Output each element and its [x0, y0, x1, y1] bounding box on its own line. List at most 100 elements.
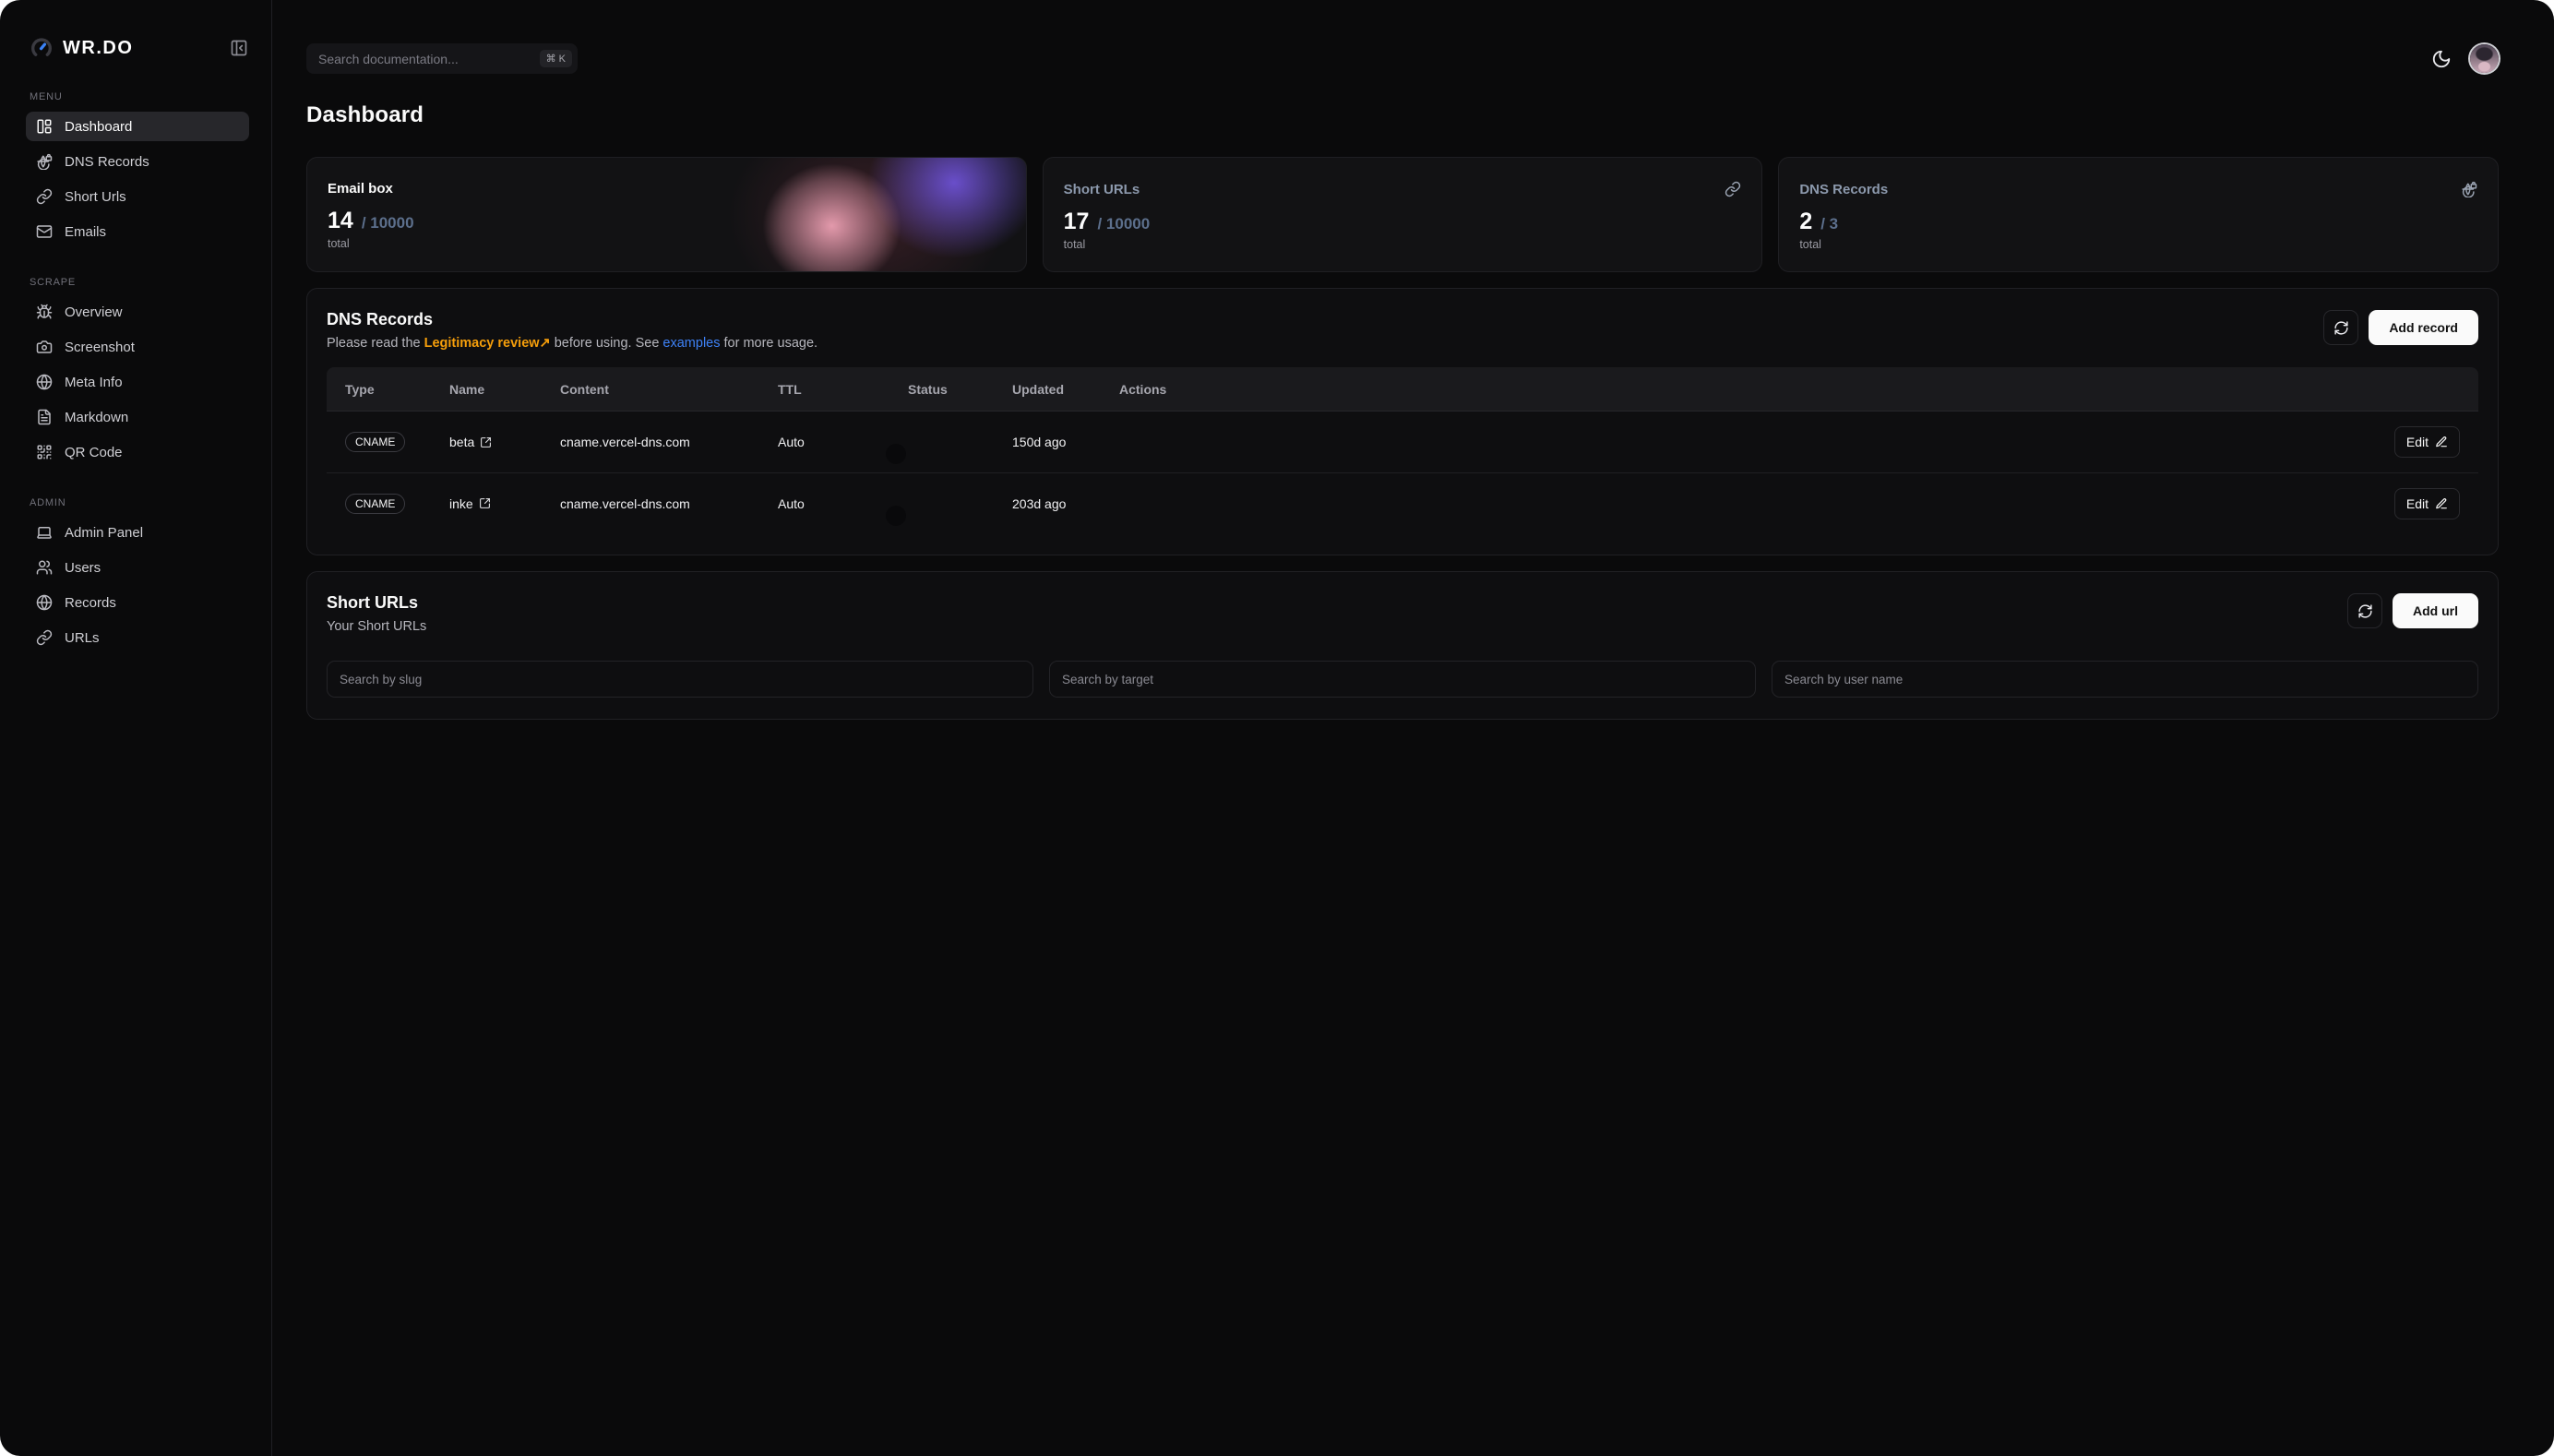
globe-icon — [36, 594, 53, 611]
users-icon — [36, 559, 53, 576]
subtitle-text: for more usage. — [720, 336, 818, 351]
subtitle-text: Please read the — [327, 336, 424, 351]
edit-label: Edit — [2406, 496, 2429, 511]
dns-records-panel: DNS Records Please read the Legitimacy r… — [306, 288, 2499, 555]
link-icon — [36, 188, 53, 205]
dns-panel-subtitle: Please read the Legitimacy review↗ befor… — [327, 336, 818, 351]
main-content: ⌘ K Dashboard Email box 14 / 10000 tota — [272, 0, 2554, 1456]
layout-dashboard-icon — [36, 118, 53, 135]
stat-card-value: 17 — [1064, 209, 1090, 235]
record-content: cname.vercel-dns.com — [560, 435, 778, 449]
globe-icon — [36, 374, 53, 390]
nav-group-label: MENU — [30, 91, 249, 102]
sidebar-collapse-button[interactable] — [229, 38, 249, 58]
toggle-thumb — [886, 506, 906, 526]
sidebar-item-dns-records[interactable]: DNS Records — [26, 147, 249, 176]
globe-lock-icon — [36, 153, 53, 170]
sidebar-item-label: DNS Records — [65, 154, 149, 170]
nav-group-label: ADMIN — [30, 497, 249, 508]
sidebar-item-emails[interactable]: Emails — [26, 217, 249, 246]
refresh-icon — [2357, 603, 2373, 619]
stat-card-title: Short URLs — [1064, 182, 1140, 197]
refresh-records-button[interactable] — [2323, 310, 2358, 345]
examples-link[interactable]: examples — [662, 336, 720, 351]
short-urls-panel-title: Short URLs — [327, 593, 426, 613]
url-search-filters — [327, 661, 2478, 698]
sidebar-item-dashboard[interactable]: Dashboard — [26, 112, 249, 141]
panel-left-close-icon — [230, 39, 248, 57]
record-name-link[interactable]: beta — [449, 435, 560, 449]
sidebar-item-markdown[interactable]: Markdown — [26, 402, 249, 432]
add-url-button[interactable]: Add url — [2393, 593, 2478, 628]
legitimacy-review-link[interactable]: Legitimacy review — [424, 336, 540, 351]
refresh-icon — [2333, 320, 2349, 336]
globe-lock-icon — [2461, 181, 2477, 197]
sidebar-item-label: Dashboard — [65, 119, 132, 135]
record-updated: 203d ago — [1012, 496, 1119, 511]
column-header: Actions — [1119, 382, 2460, 397]
theme-toggle-button[interactable] — [2431, 49, 2452, 69]
search-input[interactable] — [318, 52, 540, 66]
laptop-icon — [36, 524, 53, 541]
nav-group-admin: ADMIN Admin Panel Users Records — [26, 497, 249, 652]
sidebar-item-urls[interactable]: URLs — [26, 623, 249, 652]
user-avatar[interactable] — [2470, 44, 2499, 73]
sidebar-item-screenshot[interactable]: Screenshot — [26, 332, 249, 362]
stat-card-limit: / 3 — [1820, 215, 1838, 233]
record-updated: 150d ago — [1012, 435, 1119, 449]
search-documentation-box[interactable]: ⌘ K — [306, 43, 578, 74]
sidebar-item-users[interactable]: Users — [26, 553, 249, 582]
file-text-icon — [36, 409, 53, 425]
sidebar-item-overview[interactable]: Overview — [26, 297, 249, 327]
sidebar-item-label: Short Urls — [65, 189, 126, 205]
logo-text: WR.DO — [63, 38, 133, 59]
gauge-logo-icon — [30, 36, 54, 60]
refresh-urls-button[interactable] — [2347, 593, 2382, 628]
sidebar-item-label: Overview — [65, 304, 123, 320]
table-row: CNAME beta cname.vercel-dns.com Auto 150… — [327, 412, 2478, 472]
column-header: Name — [449, 382, 560, 397]
table-row: CNAME inke cname.vercel-dns.com Auto 203… — [327, 472, 2478, 533]
sidebar-item-label: Records — [65, 595, 116, 611]
column-header: Updated — [1012, 382, 1119, 397]
stat-card-title: DNS Records — [1799, 182, 1888, 197]
sidebar-item-label: Users — [65, 560, 101, 576]
external-link-icon — [480, 436, 492, 448]
column-header: Content — [560, 382, 778, 397]
edit-label: Edit — [2406, 435, 2429, 449]
short-urls-panel: Short URLs Your Short URLs Add url — [306, 571, 2499, 720]
sidebar-item-label: QR Code — [65, 445, 123, 460]
record-name-link[interactable]: inke — [449, 496, 560, 511]
sidebar-item-qr-code[interactable]: QR Code — [26, 437, 249, 467]
subtitle-text: before using. See — [551, 336, 663, 351]
sidebar-item-label: Markdown — [65, 410, 128, 425]
sidebar-item-short-urls[interactable]: Short Urls — [26, 182, 249, 211]
bug-icon — [36, 304, 53, 320]
search-by-user-name-input[interactable] — [1772, 661, 2478, 698]
search-by-slug-input[interactable] — [327, 661, 1033, 698]
arrow-up-right-icon: ↗ — [540, 336, 551, 351]
nav-group-menu: MENU Dashboard DNS Records Short Urls — [26, 91, 249, 246]
record-type-badge: CNAME — [345, 494, 405, 514]
add-record-button[interactable]: Add record — [2369, 310, 2478, 345]
dns-panel-title: DNS Records — [327, 310, 818, 329]
sidebar-item-meta-info[interactable]: Meta Info — [26, 367, 249, 397]
stat-card-value: 14 — [328, 208, 353, 234]
edit-record-button[interactable]: Edit — [2394, 426, 2460, 458]
sidebar-item-label: Screenshot — [65, 340, 135, 355]
link-icon — [1725, 181, 1741, 197]
stat-card-value: 2 — [1799, 209, 1812, 235]
table-header-row: Type Name Content TTL Status Updated Act… — [327, 367, 2478, 412]
record-name: beta — [449, 435, 474, 449]
sidebar-item-records[interactable]: Records — [26, 588, 249, 617]
search-by-target-input[interactable] — [1049, 661, 1756, 698]
sidebar-item-admin-panel[interactable]: Admin Panel — [26, 518, 249, 547]
stat-card-caption: total — [328, 237, 1006, 250]
logo-row: WR.DO — [26, 35, 249, 61]
stat-cards: Email box 14 / 10000 total Short URLs 17 — [306, 157, 2499, 272]
app-window: WR.DO MENU Dashboard DNS Records — [0, 0, 2554, 1456]
pencil-icon — [2435, 497, 2448, 510]
mail-icon — [36, 223, 53, 240]
edit-record-button[interactable]: Edit — [2394, 488, 2460, 519]
column-header: TTL — [778, 382, 908, 397]
